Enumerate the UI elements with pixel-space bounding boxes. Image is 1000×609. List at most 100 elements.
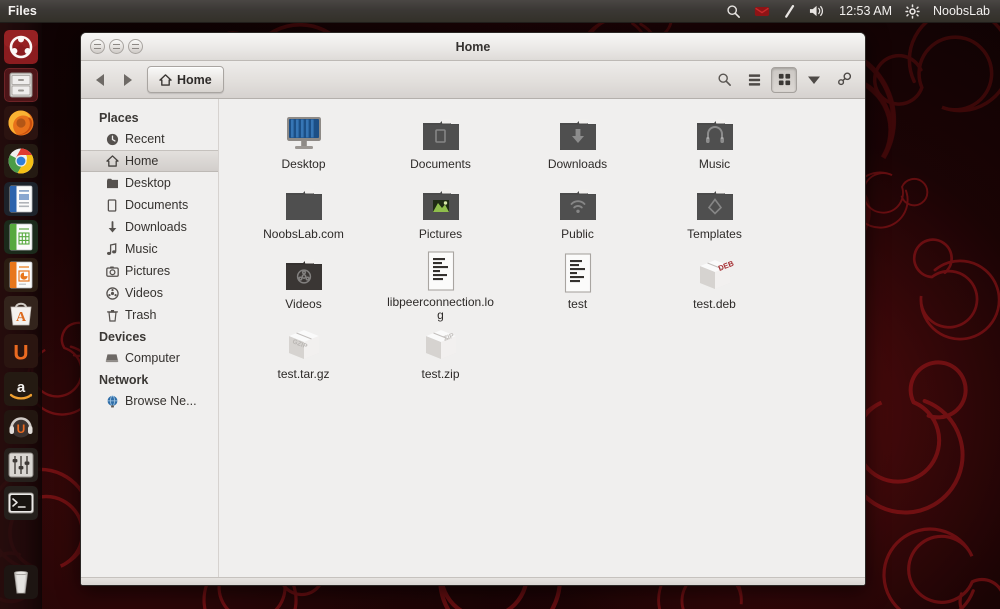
- launcher-item-chrome[interactable]: [3, 144, 38, 178]
- user-menu[interactable]: NoobsLab: [932, 0, 991, 22]
- launcher-item-files[interactable]: [3, 68, 38, 102]
- sidebar-item-label: Music: [125, 242, 158, 256]
- file-label: Desktop: [281, 157, 326, 171]
- sidebar-item-label: Desktop: [125, 176, 171, 190]
- sidebar-item-pictures[interactable]: Pictures: [81, 260, 218, 282]
- file-item-music[interactable]: Music: [646, 109, 783, 179]
- file-label: Templates: [687, 227, 742, 241]
- file-label: Downloads: [547, 157, 608, 171]
- gear-icon[interactable]: [904, 0, 921, 22]
- svg-text:U: U: [16, 422, 25, 436]
- window-statusbar: [81, 577, 865, 585]
- breadcrumb-home-button[interactable]: Home: [147, 66, 224, 93]
- bluetooth-icon[interactable]: [782, 0, 797, 22]
- launcher-item-terminal[interactable]: [3, 486, 38, 520]
- close-button[interactable]: [90, 39, 105, 54]
- sidebar-item-label: Documents: [125, 198, 189, 212]
- ubuntu-one-music-icon: U: [3, 410, 38, 444]
- home-icon: [105, 154, 119, 168]
- sidebar-item-browse-network[interactable]: Browse Ne...: [81, 390, 218, 412]
- launcher-item-libreoffice-calc[interactable]: [3, 220, 38, 254]
- sidebar-item-documents[interactable]: Documents: [81, 194, 218, 216]
- launcher-item-ubuntu-one-music[interactable]: U: [3, 410, 38, 444]
- file-item-templates[interactable]: Templates: [646, 179, 783, 249]
- settings-button[interactable]: [831, 67, 857, 93]
- messaging-icon[interactable]: [753, 0, 771, 22]
- file-icon-view[interactable]: Desktop Documents Downloads Music NoobsL…: [219, 99, 865, 577]
- folder-documents-icon: [421, 111, 461, 153]
- window-titlebar[interactable]: Home: [81, 33, 865, 61]
- sidebar-item-label: Pictures: [125, 264, 171, 278]
- sidebar-item-label: Browse Ne...: [125, 394, 197, 408]
- file-item-test-deb[interactable]: DEB test.deb: [646, 249, 783, 319]
- text-document-icon: [562, 251, 594, 293]
- launcher-item-trash[interactable]: [3, 565, 38, 599]
- launcher-item-libreoffice-impress[interactable]: [3, 258, 38, 292]
- sidebar-item-downloads[interactable]: Downloads: [81, 216, 218, 238]
- package-gzip-icon: GZIP: [283, 321, 325, 363]
- file-item-test-zip[interactable]: ZIP test.zip: [372, 319, 509, 389]
- launcher-item-dash-home[interactable]: [3, 30, 38, 64]
- panel-app-name[interactable]: Files: [8, 4, 37, 18]
- sidebar-item-label: Trash: [125, 308, 157, 322]
- launcher-item-software-center[interactable]: A: [3, 296, 38, 330]
- clock[interactable]: 12:53 AM: [838, 0, 893, 22]
- pictures-icon: [105, 264, 119, 278]
- file-item-libpeerconnection-log[interactable]: libpeerconnection.log: [372, 249, 509, 322]
- minimize-button[interactable]: [109, 39, 124, 54]
- window-controls: [90, 39, 143, 54]
- search-button[interactable]: [711, 67, 737, 93]
- sidebar-item-desktop[interactable]: Desktop: [81, 172, 218, 194]
- firefox-icon: [3, 106, 38, 140]
- file-label: test.zip: [421, 367, 460, 381]
- volume-icon[interactable]: [808, 0, 827, 22]
- file-label: NoobsLab.com: [263, 227, 344, 241]
- file-item-videos[interactable]: Videos: [235, 249, 372, 319]
- launcher-item-libreoffice-writer[interactable]: [3, 182, 38, 216]
- search-icon[interactable]: [725, 0, 742, 22]
- chrome-icon: [3, 144, 38, 178]
- network-icon: [105, 394, 119, 408]
- file-item-noobslab[interactable]: NoobsLab.com: [235, 179, 372, 249]
- sidebar-item-trash[interactable]: Trash: [81, 304, 218, 326]
- text-document-icon: [425, 251, 457, 291]
- sidebar-item-music[interactable]: Music: [81, 238, 218, 260]
- home-icon: [159, 73, 172, 86]
- forward-button[interactable]: [117, 68, 139, 92]
- list-view-button[interactable]: [741, 67, 767, 93]
- grid-view-button[interactable]: [771, 66, 797, 93]
- package-zip-icon: ZIP: [420, 321, 462, 363]
- sidebar-heading-devices: Devices: [99, 330, 147, 344]
- maximize-button[interactable]: [128, 39, 143, 54]
- view-options-dropdown[interactable]: [801, 67, 827, 93]
- monitor-icon: [284, 111, 324, 153]
- launcher-item-system-settings[interactable]: [3, 448, 38, 482]
- libreoffice-writer-icon: [3, 182, 38, 216]
- file-item-public[interactable]: Public: [509, 179, 646, 249]
- file-item-downloads[interactable]: Downloads: [509, 109, 646, 179]
- folder-templates-icon: [695, 181, 735, 223]
- folder-pictures-icon: [421, 181, 461, 223]
- launcher-item-amazon[interactable]: a: [3, 372, 38, 406]
- svg-text:A: A: [15, 310, 26, 325]
- downloads-icon: [105, 220, 119, 234]
- file-item-documents[interactable]: Documents: [372, 109, 509, 179]
- sidebar-item-computer[interactable]: Computer: [81, 347, 218, 369]
- sidebar-item-home[interactable]: Home: [81, 150, 218, 172]
- svg-text:a: a: [16, 379, 25, 396]
- file-item-test-tar-gz[interactable]: GZIP test.tar.gz: [235, 319, 372, 389]
- file-item-pictures[interactable]: Pictures: [372, 179, 509, 249]
- back-button[interactable]: [89, 68, 111, 92]
- videos-icon: [105, 286, 119, 300]
- search-icon: [717, 73, 731, 86]
- sidebar-item-recent[interactable]: Recent: [81, 128, 218, 150]
- file-item-desktop[interactable]: Desktop: [235, 109, 372, 179]
- launcher-item-firefox[interactable]: [3, 106, 38, 140]
- folder-downloads-icon: [558, 111, 598, 153]
- file-item-test[interactable]: test: [509, 249, 646, 319]
- file-label: Music: [698, 157, 731, 171]
- sidebar-item-videos[interactable]: Videos: [81, 282, 218, 304]
- trash-icon: [3, 565, 38, 599]
- sidebar-item-label: Downloads: [125, 220, 187, 234]
- launcher-item-ubuntu-one[interactable]: U: [3, 334, 38, 368]
